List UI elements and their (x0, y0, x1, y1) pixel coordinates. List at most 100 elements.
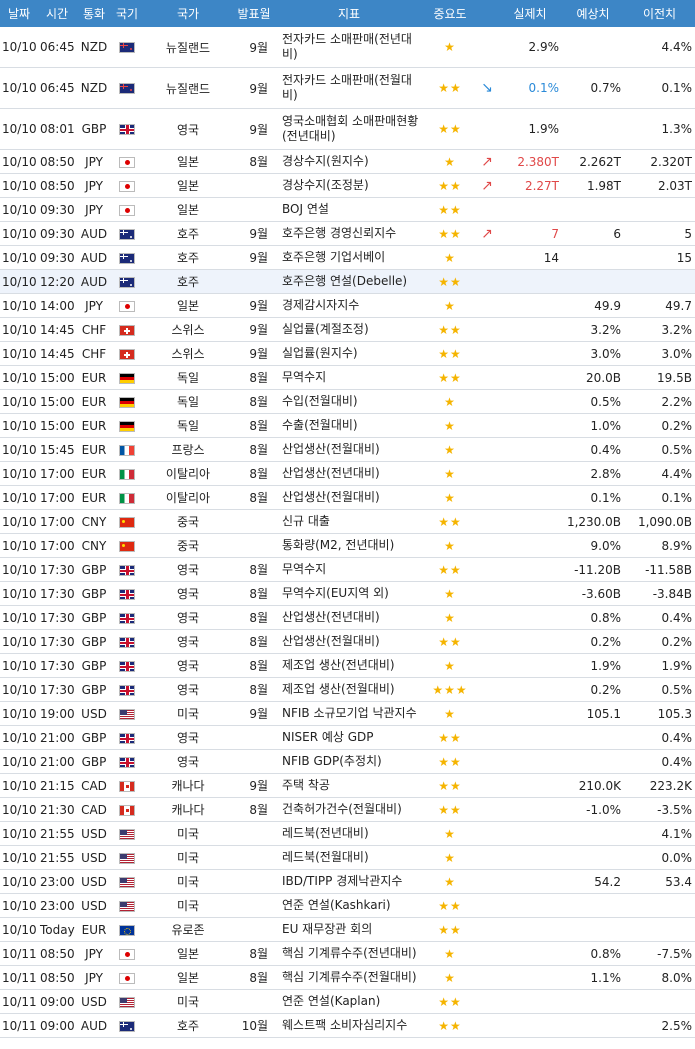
table-row[interactable]: 10/10 08:50 JPY 일본 경상수지(조정분) ★★ ↗ 2.27T 1.98T 2.0… (0, 173, 695, 198)
actual-cell (498, 533, 562, 558)
header-actual[interactable]: 실제치 (498, 0, 562, 27)
table-row[interactable]: 10/10 17:00 EUR 이탈리아 8월 산업생산(전년대비) ★ 2.8% 4.4% (0, 461, 695, 486)
time-cell: Today (38, 917, 76, 942)
country-cell: 프랑스 (142, 437, 234, 462)
table-row[interactable]: 10/10 09:30 JPY 일본 BOJ 연설 ★★ (0, 197, 695, 222)
au-flag-icon (119, 228, 135, 240)
forecast-cell: -11.20B (562, 557, 624, 582)
table-row[interactable]: 10/10 21:15 CAD 캐나다 9월 주택 착공 ★★ 210.0K 223.2K (0, 773, 695, 798)
table-row[interactable]: 10/10 15:45 EUR 프랑스 8월 산업생산(전월대비) ★ 0.4% 0.5% (0, 437, 695, 462)
header-period[interactable]: 발표월 (234, 0, 274, 27)
importance-stars: ★★ (424, 749, 476, 774)
currency-cell: CNY (76, 509, 112, 534)
indicator-cell: 호주은행 기업서베이 (274, 245, 424, 270)
table-row[interactable]: 10/10 06:45 NZD 뉴질랜드 9월 전자카드 소매판매(전년대비) ★ 2.9% 4… (0, 27, 695, 68)
previous-cell: 0.1% (624, 485, 695, 510)
table-row[interactable]: 10/10 08:01 GBP 영국 9월 영국소매협회 소매판매현황(전년대비) ★★ 1.… (0, 108, 695, 150)
country-cell: 이탈리아 (142, 485, 234, 510)
table-row[interactable]: 10/10 19:00 USD 미국 9월 NFIB 소규모기업 낙관지수 ★ 105.1 10… (0, 701, 695, 726)
table-row[interactable]: 10/10 15:00 EUR 독일 8월 무역수지 ★★ 20.0B 19.5B (0, 365, 695, 390)
period-cell: 9월 (234, 27, 274, 68)
table-row[interactable]: 10/10 17:30 GBP 영국 8월 제조업 생산(전월대비) ★★★ 0.2% 0.5% (0, 677, 695, 702)
table-row[interactable]: 10/10 14:45 CHF 스위스 9월 실업률(원지수) ★★ 3.0% 3.0% (0, 341, 695, 366)
table-row[interactable]: 10/10 21:55 USD 미국 레드북(전월대비) ★ 0.0% (0, 845, 695, 870)
table-row[interactable]: 10/10 15:00 EUR 독일 8월 수출(전월대비) ★ 1.0% 0.2% (0, 413, 695, 438)
table-row[interactable]: 10/10 15:00 EUR 독일 8월 수입(전월대비) ★ 0.5% 2.2% (0, 389, 695, 414)
forecast-cell (562, 749, 624, 774)
time-cell: 17:30 (38, 677, 76, 702)
currency-cell: GBP (76, 557, 112, 582)
table-row[interactable]: 10/10 14:00 JPY 일본 9월 경제감시자지수 ★ 49.9 49.7 (0, 293, 695, 318)
indicator-cell: 영국소매협회 소매판매현황(전년대비) (274, 108, 424, 150)
header-previous[interactable]: 이전치 (624, 0, 695, 27)
table-row[interactable]: 10/10 17:30 GBP 영국 8월 무역수지 ★★ -11.20B -11.58B (0, 557, 695, 582)
indicator-cell: 수출(전월대비) (274, 413, 424, 438)
table-row[interactable]: 10/10 Today EUR 유로존 EU 재무장관 회의 ★★ (0, 917, 695, 942)
indicator-cell: 제조업 생산(전월대비) (274, 677, 424, 702)
table-row[interactable]: 10/10 09:30 AUD 호주 9월 호주은행 기업서베이 ★ 14 15 (0, 245, 695, 270)
header-indicator[interactable]: 지표 (274, 0, 424, 27)
table-row[interactable]: 10/10 17:30 GBP 영국 8월 제조업 생산(전년대비) ★ 1.9% 1.9% (0, 653, 695, 678)
previous-cell (624, 917, 695, 942)
header-flag[interactable]: 국기 (112, 0, 142, 27)
indicator-cell: IBD/TIPP 경제낙관지수 (274, 869, 424, 894)
currency-cell: AUD (76, 221, 112, 246)
table-row[interactable]: 10/10 17:00 CNY 중국 신규 대출 ★★ 1,230.0B 1,090.0B (0, 509, 695, 534)
table-row[interactable]: 10/10 21:00 GBP 영국 NFIB GDP(추정치) ★★ 0.4% (0, 749, 695, 774)
indicator-cell: 신규 대출 (274, 509, 424, 534)
gb-flag-icon (119, 636, 135, 648)
period-cell: 9월 (234, 67, 274, 109)
country-cell: 일본 (142, 941, 234, 966)
indicator-cell: 주택 착공 (274, 773, 424, 798)
table-row[interactable]: 10/11 09:00 AUD 호주 10월 웨스트팩 소비자심리지수 ★★ 2.5% (0, 1013, 695, 1038)
previous-cell: 1.9% (624, 653, 695, 678)
table-row[interactable]: 10/11 08:50 JPY 일본 8월 핵심 기계류수주(전월대비) ★ 1.1% 8.0% (0, 965, 695, 990)
time-cell: 17:00 (38, 509, 76, 534)
previous-cell: 223.2K (624, 773, 695, 798)
table-row[interactable]: 10/10 12:20 AUD 호주 호주은행 연설(Debelle) ★★ (0, 269, 695, 294)
table-row[interactable]: 10/10 08:50 JPY 일본 8월 경상수지(원지수) ★ ↗ 2.380T 2.262T… (0, 149, 695, 174)
date-cell: 10/10 (0, 365, 38, 390)
table-row[interactable]: 10/10 17:30 GBP 영국 8월 산업생산(전년대비) ★ 0.8% 0.4% (0, 605, 695, 630)
table-row[interactable]: 10/10 17:30 GBP 영국 8월 무역수지(EU지역 외) ★ -3.60B -3.8… (0, 581, 695, 606)
table-row[interactable]: 10/11 08:50 JPY 일본 8월 핵심 기계류수주(전년대비) ★ 0.8% -7.5… (0, 941, 695, 966)
trend-arrow-icon (476, 821, 498, 846)
table-row[interactable]: 10/10 17:30 GBP 영국 8월 산업생산(전월대비) ★★ 0.2% 0.2% (0, 629, 695, 654)
period-cell: 8월 (234, 605, 274, 630)
trend-arrow-icon (476, 557, 498, 582)
header-country[interactable]: 국가 (142, 0, 234, 27)
table-row[interactable]: 10/10 14:45 CHF 스위스 9월 실업률(계절조정) ★★ 3.2% 3.2% (0, 317, 695, 342)
currency-cell: JPY (76, 149, 112, 174)
header-time[interactable]: 시간 (38, 0, 76, 27)
actual-cell: 2.27T (498, 173, 562, 198)
header-currency[interactable]: 통화 (76, 0, 112, 27)
header-importance[interactable]: 중요도 (424, 0, 476, 27)
table-row[interactable]: 10/10 17:00 EUR 이탈리아 8월 산업생산(전월대비) ★ 0.1% 0.1% (0, 485, 695, 510)
currency-cell: USD (76, 845, 112, 870)
table-row[interactable]: 10/10 17:00 CNY 중국 통화량(M2, 전년대비) ★ 9.0% 8.9% (0, 533, 695, 558)
indicator-cell: 실업률(계절조정) (274, 317, 424, 342)
table-row[interactable]: 10/10 21:55 USD 미국 레드북(전년대비) ★ 4.1% (0, 821, 695, 846)
table-row[interactable]: 10/10 21:30 CAD 캐나다 8월 건축허가건수(전월대비) ★★ -1.0% -3.… (0, 797, 695, 822)
table-row[interactable]: 10/10 23:00 USD 미국 IBD/TIPP 경제낙관지수 ★ 54.2 53.4 (0, 869, 695, 894)
previous-cell: 0.2% (624, 629, 695, 654)
header-forecast[interactable]: 예상치 (562, 0, 624, 27)
actual-cell (498, 293, 562, 318)
table-row[interactable]: 10/11 09:00 USD 미국 연준 연설(Kaplan) ★★ (0, 989, 695, 1014)
header-date[interactable]: 날짜 (0, 0, 38, 27)
previous-cell: 2.03T (624, 173, 695, 198)
currency-cell: JPY (76, 941, 112, 966)
table-row[interactable]: 10/10 09:30 AUD 호주 9월 호주은행 경영신뢰지수 ★★ ↗ 7 6 5 (0, 221, 695, 246)
table-row[interactable]: 10/10 06:45 NZD 뉴질랜드 9월 전자카드 소매판매(전월대비) ★★ ↘ 0.1… (0, 67, 695, 109)
flag-cell (112, 725, 142, 750)
table-row[interactable]: 10/10 21:00 GBP 영국 NISER 예상 GDP ★★ 0.4% (0, 725, 695, 750)
flag-cell (112, 173, 142, 198)
header-trend (476, 0, 498, 27)
table-row[interactable]: 10/10 23:00 USD 미국 연준 연설(Kashkari) ★★ (0, 893, 695, 918)
actual-cell (498, 509, 562, 534)
indicator-cell: 호주은행 연설(Debelle) (274, 269, 424, 294)
period-cell: 9월 (234, 317, 274, 342)
previous-cell: 4.4% (624, 27, 695, 68)
gb-flag-icon (119, 684, 135, 696)
actual-cell (498, 629, 562, 654)
